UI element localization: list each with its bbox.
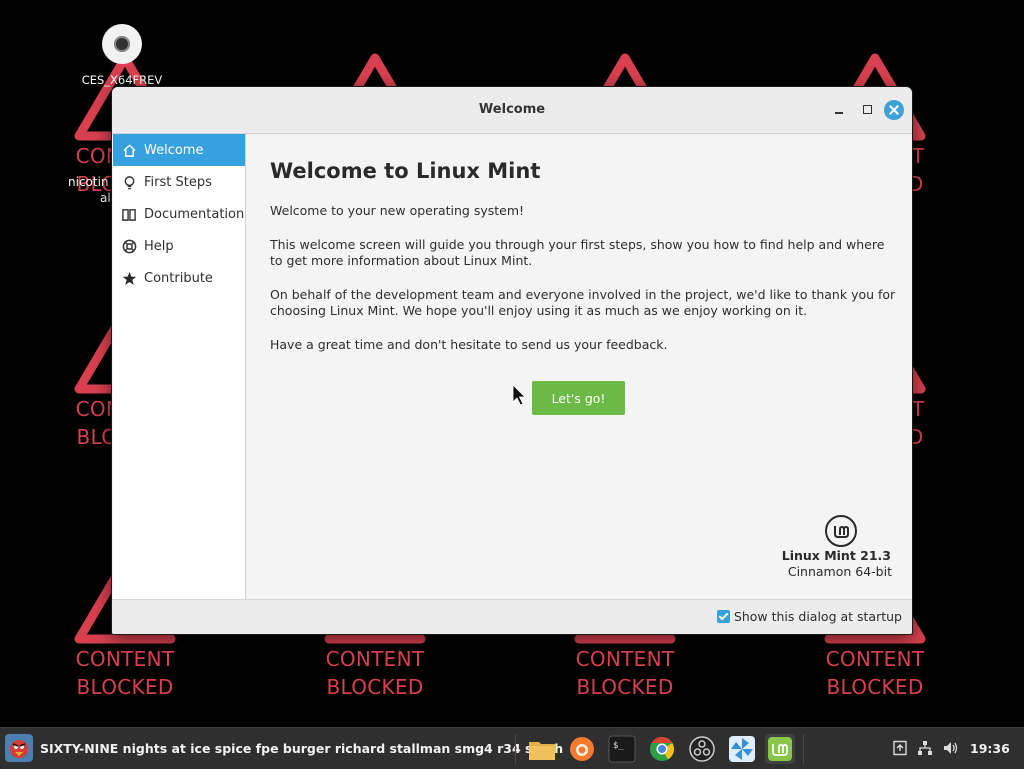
volume-icon[interactable] (942, 740, 958, 756)
guide-paragraph: This welcome screen will guide you throu… (270, 237, 885, 268)
mouse-cursor-icon (512, 384, 526, 406)
window-titlebar[interactable]: Welcome (112, 87, 912, 134)
clock[interactable]: 19:36 (970, 741, 1010, 756)
mint-welcome-launcher[interactable] (765, 734, 795, 764)
home-icon (121, 142, 137, 158)
desktop-icon-label-partial: nicotin al (68, 175, 111, 205)
lightbulb-icon (121, 174, 137, 190)
blocked-text: BLOCKED (76, 675, 174, 699)
desktop-icon-label: CES_X64FREV (81, 73, 163, 87)
lifebuoy-icon (121, 238, 137, 254)
sidebar-item-label: Welcome (144, 142, 204, 158)
feedback-paragraph: Have a great time and don't hesitate to … (270, 337, 668, 352)
blocked-text: CONTENT (825, 647, 925, 671)
optical-disc-icon (102, 24, 142, 64)
sidebar-item-label: Documentation (144, 206, 245, 222)
intro-paragraph: Welcome to your new operating system! (270, 203, 525, 218)
blocked-text: BLOCKED (826, 675, 924, 699)
angry-bird-icon (10, 740, 28, 758)
sidebar-item-documentation[interactable]: Documentation (113, 198, 245, 230)
sidebar-item-welcome[interactable]: Welcome (113, 134, 245, 166)
welcome-content: Welcome to Linux Mint Welcome to your ne… (270, 134, 900, 353)
version-edition: Cinnamon 64-bit (787, 564, 892, 579)
panel-separator (515, 734, 516, 764)
sidebar-item-label: Contribute (144, 270, 213, 286)
lets-go-button[interactable]: Let's go! (532, 381, 625, 415)
obs-launcher[interactable] (687, 734, 717, 764)
pinwheel-app-icon (729, 736, 755, 762)
thanks-paragraph: On behalf of the development team and ev… (270, 287, 896, 318)
terminal-launcher[interactable]: $_ (607, 734, 637, 764)
sidebar-item-help[interactable]: Help (113, 230, 245, 262)
notes-applet-icon[interactable] (892, 740, 908, 756)
window-footer: Show this dialog at startup (112, 599, 912, 634)
sidebar-item-contribute[interactable]: Contribute (113, 262, 245, 294)
svg-text:$_: $_ (613, 741, 624, 751)
blocked-text: BLOCKED (326, 675, 424, 699)
close-button[interactable] (884, 100, 904, 120)
taskbar-panel: SIXTY-NINE nights at ice spice fpe burge… (0, 727, 1024, 769)
blocked-text: CONTENT (325, 647, 425, 671)
page-title: Welcome to Linux Mint (270, 159, 541, 183)
show-at-startup-checkbox[interactable]: Show this dialog at startup (716, 609, 902, 624)
sidebar-item-label: Help (144, 238, 174, 254)
app-window-button[interactable] (5, 734, 33, 762)
welcome-window: Welcome Welcome First Steps Documentatio… (112, 87, 912, 634)
star-icon (121, 270, 137, 286)
sidebar-item-first-steps[interactable]: First Steps (113, 166, 245, 198)
book-icon (121, 206, 137, 222)
firefox-launcher[interactable] (567, 734, 597, 764)
version-name: Linux Mint 21.3 (781, 548, 891, 563)
pinwheel-app-launcher[interactable] (727, 734, 757, 764)
firefox-icon (570, 737, 594, 761)
sidebar: Welcome First Steps Documentation Help C… (113, 134, 246, 600)
linux-mint-logo-icon (825, 515, 857, 547)
mint-welcome-icon (768, 737, 792, 761)
window-title: Welcome (478, 102, 546, 117)
show-at-startup-label: Show this dialog at startup (733, 609, 902, 624)
checkbox-checked-icon[interactable] (716, 610, 730, 623)
folder-icon (529, 742, 555, 760)
panel-separator (803, 734, 804, 764)
chrome-launcher[interactable] (647, 734, 677, 764)
blocked-text: BLOCKED (576, 675, 674, 699)
blocked-text: CONTENT (575, 647, 675, 671)
sidebar-item-label: First Steps (144, 174, 212, 190)
files-launcher[interactable] (527, 734, 557, 764)
chrome-icon (650, 737, 675, 761)
blocked-text: CONTENT (75, 647, 175, 671)
obs-icon (689, 736, 715, 762)
minimize-button[interactable] (830, 100, 850, 120)
terminal-icon: $_ (608, 735, 636, 763)
active-window-title[interactable]: SIXTY-NINE nights at ice spice fpe burge… (40, 741, 563, 756)
maximize-button[interactable] (857, 100, 877, 120)
network-icon[interactable] (917, 740, 933, 756)
